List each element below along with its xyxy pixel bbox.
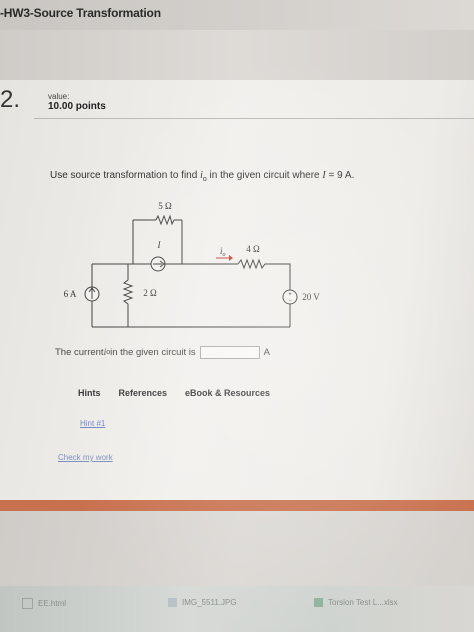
browser-screen: -HW3-Source Transformation 2. value: 10.… <box>0 0 474 632</box>
html-file-icon <box>22 598 33 609</box>
label-i-source: I <box>157 240 162 250</box>
excel-file-icon <box>314 598 323 607</box>
answer-unit: A <box>263 347 271 358</box>
answer-row: The current io in the given circuit is A <box>55 346 271 359</box>
image-file-icon <box>168 598 177 607</box>
tab-hints[interactable]: Hints <box>78 388 101 398</box>
resource-tabs: Hints References eBook & Resources <box>78 388 288 398</box>
voltage-source-20v: + − <box>282 289 298 305</box>
assignment-title: -HW3-Source Transformation <box>0 6 161 20</box>
value-label: value: <box>48 92 70 101</box>
resistor-4ohm <box>237 258 268 270</box>
hint-1-link[interactable]: Hint #1 <box>80 419 105 428</box>
tab-references[interactable]: References <box>119 388 168 398</box>
check-my-work-link[interactable]: Check my work <box>58 453 113 462</box>
label-4ohm: 4 Ω <box>246 244 260 254</box>
download-bar <box>0 586 474 632</box>
footer-accent-bar <box>0 500 474 511</box>
label-2ohm: 2 Ω <box>143 288 157 298</box>
download-item-image[interactable]: IMG_5511.JPG <box>168 598 237 607</box>
question-prompt: Use source transformation to find io in … <box>50 170 355 183</box>
current-source-i <box>150 256 166 272</box>
points-value: 10.00 points <box>48 101 106 112</box>
resistor-5ohm <box>155 214 175 226</box>
current-source-6a <box>84 286 100 302</box>
download-item-html[interactable]: EE.html <box>22 598 66 609</box>
header-band <box>0 30 474 80</box>
question-divider <box>34 118 474 119</box>
resistor-2ohm <box>122 279 134 305</box>
label-5ohm: 5 Ω <box>158 201 172 211</box>
download-item-excel[interactable]: Torsion Test L...xlsx <box>314 598 398 607</box>
answer-input[interactable] <box>199 346 260 359</box>
circuit-diagram: + − 5 Ω 4 Ω 2 Ω 6 A I 20 V io <box>64 201 320 328</box>
label-io: io <box>220 246 226 258</box>
label-20v: 20 V <box>302 292 320 302</box>
label-6a: 6 A <box>64 289 77 299</box>
title-bar: -HW3-Source Transformation <box>0 0 474 30</box>
tab-ebook-resources[interactable]: eBook & Resources <box>185 388 270 398</box>
question-number: 2. <box>0 86 21 113</box>
lower-panel <box>0 511 474 586</box>
svg-text:−: − <box>288 298 292 304</box>
